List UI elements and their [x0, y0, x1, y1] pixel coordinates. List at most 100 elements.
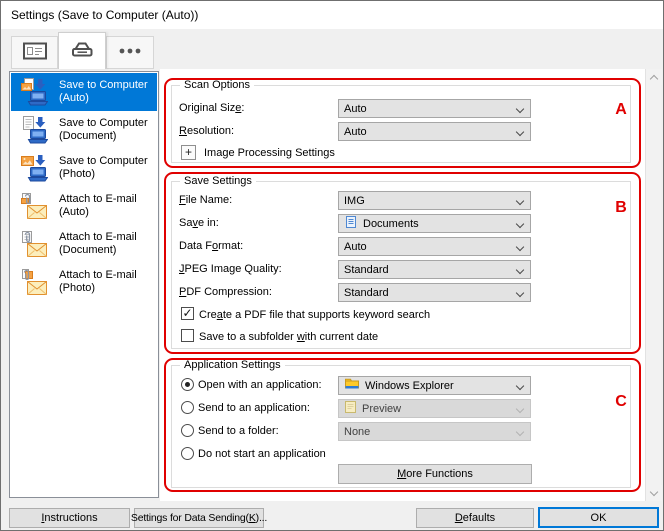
scroll-up-button[interactable]	[646, 69, 662, 85]
send-to-folder-label[interactable]: Send to a folder:	[198, 425, 279, 437]
settings-for-data-sending-button[interactable]: Settings for Data Sending(K)...	[134, 508, 264, 528]
sidebar-item-label-line2: (Document)	[59, 130, 148, 143]
sidebar-item-label-line2: (Photo)	[59, 168, 148, 181]
original-size-value: Auto	[344, 103, 367, 115]
original-size-select[interactable]: Auto	[338, 99, 531, 118]
resolution-value: Auto	[344, 126, 367, 138]
attach-to-email-photo-icon	[20, 268, 48, 296]
ok-button[interactable]: OK	[538, 507, 659, 528]
sidebar-item-label-line2: (Auto)	[59, 206, 137, 219]
chevron-down-icon	[516, 197, 524, 205]
windows-explorer-icon	[344, 377, 365, 394]
save-subfolder-checkbox[interactable]	[181, 329, 194, 342]
defaults-label: Defaults	[455, 512, 495, 524]
sidebar-item-save-to-computer-photo[interactable]: Save to Computer (Photo)	[11, 149, 157, 187]
save-in-select[interactable]: Documents	[338, 214, 531, 233]
simple-settings-tab-icon	[22, 41, 48, 64]
chevron-down-icon	[516, 128, 524, 136]
send-to-folder-select: None	[338, 422, 531, 441]
open-with-application-label[interactable]: Open with an application:	[198, 379, 322, 391]
save-in-value: Documents	[363, 218, 419, 230]
chevron-down-icon	[516, 266, 524, 274]
do-not-start-application-label[interactable]: Do not start an application	[198, 448, 326, 460]
sidebar-item-label-line1: Save to Computer	[59, 79, 148, 92]
plus-icon: +	[185, 147, 192, 158]
more-functions-label: More Functions	[397, 468, 473, 480]
sidebar-item-label-line1: Attach to E-mail	[59, 269, 137, 282]
send-to-application-select: Preview	[338, 399, 531, 418]
data-format-label: Data Format:	[179, 240, 243, 252]
instructions-label: Instructions	[41, 512, 97, 524]
more-tabs-icon	[116, 41, 144, 64]
sidebar-item-save-to-computer-auto[interactable]: Save to Computer (Auto)	[11, 73, 157, 111]
pdf-compression-select[interactable]: Standard	[338, 283, 531, 302]
create-pdf-keyword-checkbox[interactable]: ✓	[181, 307, 194, 320]
defaults-button[interactable]: Defaults	[416, 508, 534, 528]
settings-list: Save to Computer (Auto) Save to Computer…	[9, 71, 159, 498]
chevron-down-icon	[650, 487, 658, 495]
sidebar-item-label-line2: (Document)	[59, 244, 137, 257]
sidebar-item-attach-to-email-photo[interactable]: Attach to E-mail (Photo)	[11, 263, 157, 301]
file-name-value: IMG	[344, 195, 365, 207]
sidebar-item-label-line2: (Auto)	[59, 92, 148, 105]
chevron-up-icon	[650, 74, 658, 82]
image-processing-settings-label[interactable]: Image Processing Settings	[204, 147, 335, 159]
chevron-down-icon	[516, 382, 524, 390]
image-processing-expand-button[interactable]: +	[181, 145, 196, 160]
resolution-label: Resolution:	[179, 125, 234, 137]
sidebar-item-label-line1: Save to Computer	[59, 117, 148, 130]
attach-to-email-document-icon	[20, 230, 48, 258]
original-size-label: Original Size:	[179, 102, 244, 114]
more-functions-button[interactable]: More Functions	[338, 464, 532, 484]
chevron-down-icon	[516, 405, 524, 413]
data-format-select[interactable]: Auto	[338, 237, 531, 256]
pdf-compression-label: PDF Compression:	[179, 286, 272, 298]
data-format-value: Auto	[344, 241, 367, 253]
sidebar-item-attach-to-email-auto[interactable]: Attach to E-mail (Auto)	[11, 187, 157, 225]
chevron-down-icon	[516, 289, 524, 297]
vertical-scrollbar[interactable]	[645, 69, 661, 501]
save-to-computer-auto-icon	[20, 78, 48, 106]
send-to-application-radio[interactable]	[181, 401, 194, 414]
create-pdf-keyword-label[interactable]: Create a PDF file that supports keyword …	[199, 309, 430, 321]
save-to-computer-photo-icon	[20, 154, 48, 182]
save-to-computer-document-icon	[20, 116, 48, 144]
jpeg-quality-value: Standard	[344, 264, 389, 276]
jpeg-quality-label: JPEG Image Quality:	[179, 263, 282, 275]
open-with-application-radio[interactable]	[181, 378, 194, 391]
chevron-down-icon	[516, 428, 524, 436]
send-to-application-label[interactable]: Send to an application:	[198, 402, 310, 414]
chevron-down-icon	[516, 220, 524, 228]
save-settings-title: Save Settings	[180, 175, 256, 187]
tab-simple-settings[interactable]	[11, 36, 58, 69]
sidebar-item-label-line2: (Photo)	[59, 282, 137, 295]
save-subfolder-label[interactable]: Save to a subfolder with current date	[199, 331, 378, 343]
documents-icon	[344, 215, 363, 232]
save-in-label: Save in:	[179, 217, 219, 229]
attach-to-email-auto-icon	[20, 192, 48, 220]
sidebar-item-label-line1: Attach to E-mail	[59, 231, 137, 244]
do-not-start-application-radio[interactable]	[181, 447, 194, 460]
open-with-application-value: Windows Explorer	[365, 380, 454, 392]
sidebar-item-attach-to-email-document[interactable]: Attach to E-mail (Document)	[11, 225, 157, 263]
send-to-folder-radio[interactable]	[181, 424, 194, 437]
chevron-down-icon	[516, 105, 524, 113]
resolution-select[interactable]: Auto	[338, 122, 531, 141]
scroll-down-button[interactable]	[646, 485, 662, 501]
tab-scanner-settings[interactable]	[58, 32, 106, 69]
title-bar: Settings (Save to Computer (Auto))	[1, 1, 663, 29]
window-title: Settings (Save to Computer (Auto))	[11, 8, 198, 22]
sidebar-item-label-line1: Attach to E-mail	[59, 193, 137, 206]
chevron-down-icon	[516, 243, 524, 251]
scan-options-title: Scan Options	[180, 79, 254, 91]
tab-strip	[1, 29, 663, 69]
open-with-application-select[interactable]: Windows Explorer	[338, 376, 531, 395]
file-name-input[interactable]: IMG	[338, 191, 531, 210]
tab-more[interactable]	[106, 36, 154, 69]
instructions-button[interactable]: Instructions	[9, 508, 130, 528]
footer-bar: Instructions Settings for Data Sending(K…	[1, 501, 663, 531]
jpeg-quality-select[interactable]: Standard	[338, 260, 531, 279]
preview-app-icon	[344, 400, 362, 417]
sidebar-item-save-to-computer-document[interactable]: Save to Computer (Document)	[11, 111, 157, 149]
pdf-compression-value: Standard	[344, 287, 389, 299]
